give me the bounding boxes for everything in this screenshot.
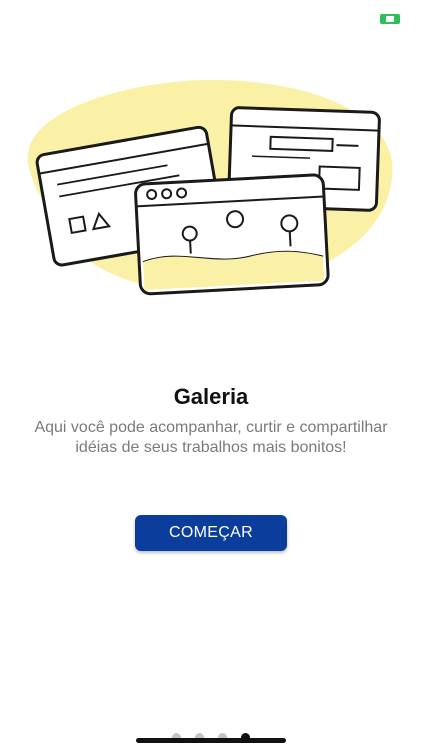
start-button[interactable]: COMEÇAR [135,515,287,551]
home-indicator[interactable] [136,738,286,743]
page-title: Galeria [173,384,249,409]
battery-icon [380,14,400,24]
page-description: Aqui você pode acompanhar, curtir e comp… [34,419,388,456]
window-front [134,173,330,296]
gallery-illustration [27,79,393,296]
